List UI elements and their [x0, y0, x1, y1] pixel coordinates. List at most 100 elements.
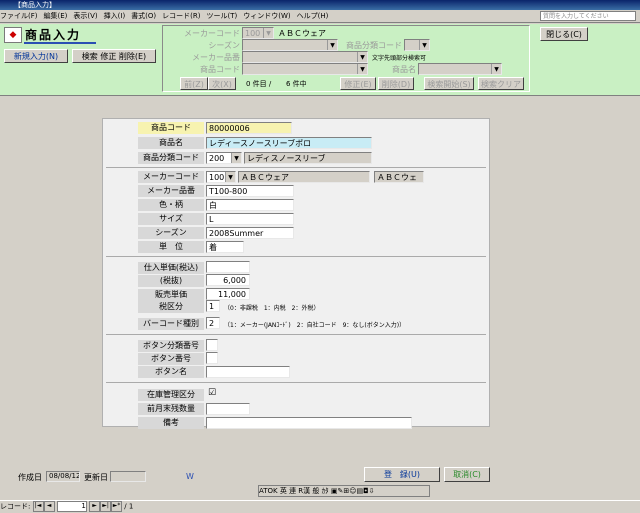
season-field[interactable]: 2008Summer — [206, 227, 294, 239]
edit-button[interactable]: 修正(E) — [340, 77, 376, 90]
prev-month-qty-field[interactable] — [206, 403, 250, 415]
season-label: シーズン — [138, 227, 204, 239]
ime-tool-icons[interactable]: ▣✎⊞☺▤◘⇩ — [331, 487, 375, 495]
ime-toolbar[interactable]: ATOK 英 連 R漢 般 ｶﾀ ▣✎⊞☺▤◘⇩ — [258, 485, 430, 497]
stock-managed-label: 在庫管理区分 — [138, 389, 204, 401]
maker-code-select[interactable]: 100 ▼ — [206, 171, 236, 183]
search-start-button[interactable]: 検索開始(S) — [424, 77, 474, 90]
next-record-icon[interactable]: ► — [89, 501, 101, 512]
chevron-down-icon: ▼ — [419, 40, 429, 50]
new-entry-button[interactable]: 新規入力(N) — [4, 49, 68, 63]
first-record-icon[interactable]: |◄ — [32, 501, 44, 512]
record-navigation-bar: レコード: |◄ ◄ 1 ► ►| ►* / 1 — [0, 500, 640, 512]
tax-type-note: （0：非課税 1：内税 2：外税） — [224, 305, 320, 312]
app-logo-icon: ◆ — [4, 27, 22, 43]
prev-month-qty-label: 前月末残数量 — [138, 403, 204, 415]
tax-type-label: 税区分 — [138, 301, 204, 313]
category-code-select[interactable]: 200 ▼ — [206, 152, 242, 164]
help-search-input[interactable]: 質問を入力してください — [540, 11, 636, 21]
status-mark: W — [186, 472, 194, 481]
menu-window[interactable]: ウィンドウ(W) — [243, 10, 290, 23]
barcode-type-note: （1：メーカー(JANｺｰﾄﾞ) 2：自社コード 9：なし(ボタン入力)） — [224, 322, 406, 329]
barcode-type-field[interactable]: 2 — [206, 317, 220, 329]
menu-record[interactable]: レコード(R) — [162, 10, 200, 23]
search-total: 6 件中 — [286, 80, 307, 88]
title-underline — [24, 42, 96, 44]
cost-excl-field[interactable]: 6,000 — [206, 274, 250, 286]
created-label: 作成日 — [18, 473, 42, 482]
search-maker-name: ＡＢＣウェア — [278, 29, 326, 38]
product-name-label: 商品名 — [138, 137, 204, 149]
button-name-label: ボタン名 — [138, 366, 204, 378]
new-record-icon[interactable]: ►* — [111, 501, 123, 512]
search-category-select[interactable]: ▼ — [404, 39, 430, 51]
window-title: 【商品入力】 — [14, 1, 56, 9]
tax-type-field[interactable]: 1 — [206, 300, 220, 312]
divider — [106, 167, 486, 168]
search-edit-delete-button[interactable]: 検索 修正 削除(E) — [72, 49, 156, 63]
delete-button[interactable]: 削除(D) — [378, 77, 414, 90]
prev-record-button[interactable]: 前(Z) — [180, 77, 208, 90]
maker-part-field[interactable]: T100-800 — [206, 185, 294, 197]
search-category-label: 商品分類コード — [346, 41, 402, 50]
sale-price-field[interactable]: 11,000 — [206, 288, 250, 300]
search-product-code-select[interactable]: ▼ — [242, 63, 368, 75]
maker-part-label: メーカー品番 — [138, 185, 204, 197]
search-product-name-label: 商品名 — [392, 65, 416, 74]
cost-excl-label: (税抜) — [138, 275, 204, 287]
color-field[interactable]: 白 — [206, 199, 294, 211]
barcode-type-label: バーコード種別 — [138, 318, 204, 330]
search-maker-code-select[interactable]: 100 ▼ — [242, 27, 274, 39]
last-record-icon[interactable]: ►| — [100, 501, 112, 512]
stock-managed-checkbox[interactable]: ☑ — [208, 388, 216, 398]
search-season-label: シーズン — [208, 41, 240, 50]
prefix-search-note: 文字先頭部分検索可 — [372, 55, 427, 62]
divider — [106, 382, 486, 383]
updated-label: 更新日 — [84, 473, 108, 482]
product-name-field[interactable]: レディースノースリーブポロ — [206, 137, 372, 149]
menu-tools[interactable]: ツール(T) — [207, 10, 238, 23]
menu-edit[interactable]: 編集(E) — [44, 10, 68, 23]
size-label: サイズ — [138, 213, 204, 225]
chevron-down-icon: ▼ — [491, 64, 501, 74]
next-record-button[interactable]: 次(X) — [208, 77, 236, 90]
product-code-field[interactable]: 80000006 — [206, 122, 292, 134]
page-title: 商品入力 — [25, 28, 82, 42]
search-season-select[interactable]: ▼ — [242, 39, 338, 51]
window-title-bar: 【商品入力】 — [0, 0, 640, 10]
menu-view[interactable]: 表示(V) — [73, 10, 97, 23]
chevron-down-icon: ▼ — [231, 153, 241, 163]
divider — [106, 334, 486, 335]
button-name-field[interactable] — [206, 366, 290, 378]
divider — [106, 256, 486, 257]
remarks-label: 備考 — [138, 417, 204, 429]
chevron-down-icon: ▼ — [225, 172, 235, 182]
maker-code-label: メーカーコード — [138, 171, 204, 183]
size-field[interactable]: L — [206, 213, 294, 225]
search-clear-button[interactable]: 検索クリア — [478, 77, 524, 90]
button-category-field[interactable] — [206, 339, 218, 351]
record-number-input[interactable]: 1 — [56, 501, 87, 512]
cost-incl-field[interactable] — [206, 261, 250, 273]
menu-file[interactable]: ファイル(F) — [0, 10, 38, 23]
menu-format[interactable]: 書式(O) — [131, 10, 156, 23]
remarks-field[interactable] — [206, 417, 412, 429]
record-label: レコード: — [0, 502, 31, 511]
register-button[interactable]: 登 録(U) — [364, 467, 440, 482]
product-code-label: 商品コード — [138, 122, 204, 134]
chevron-down-icon: ▼ — [357, 52, 367, 62]
search-maker-part-label: メーカー品番 — [192, 53, 240, 62]
cancel-button[interactable]: 取消(C) — [444, 467, 490, 482]
menu-insert[interactable]: 挿入(I) — [104, 10, 126, 23]
close-button[interactable]: 閉じる(C) — [540, 27, 588, 41]
record-total: / 1 — [124, 502, 134, 511]
search-maker-part-select[interactable]: ▼ — [242, 51, 368, 63]
button-number-field[interactable] — [206, 352, 218, 364]
search-product-code-label: 商品コード — [200, 65, 240, 74]
color-label: 色・柄 — [138, 199, 204, 211]
menu-help[interactable]: ヘルプ(H) — [297, 10, 329, 23]
unit-field[interactable]: 着 — [206, 241, 244, 253]
prev-record-icon[interactable]: ◄ — [43, 501, 55, 512]
category-name-field: レディスノースリーブ — [244, 152, 372, 164]
search-product-name-select[interactable]: ▼ — [418, 63, 502, 75]
